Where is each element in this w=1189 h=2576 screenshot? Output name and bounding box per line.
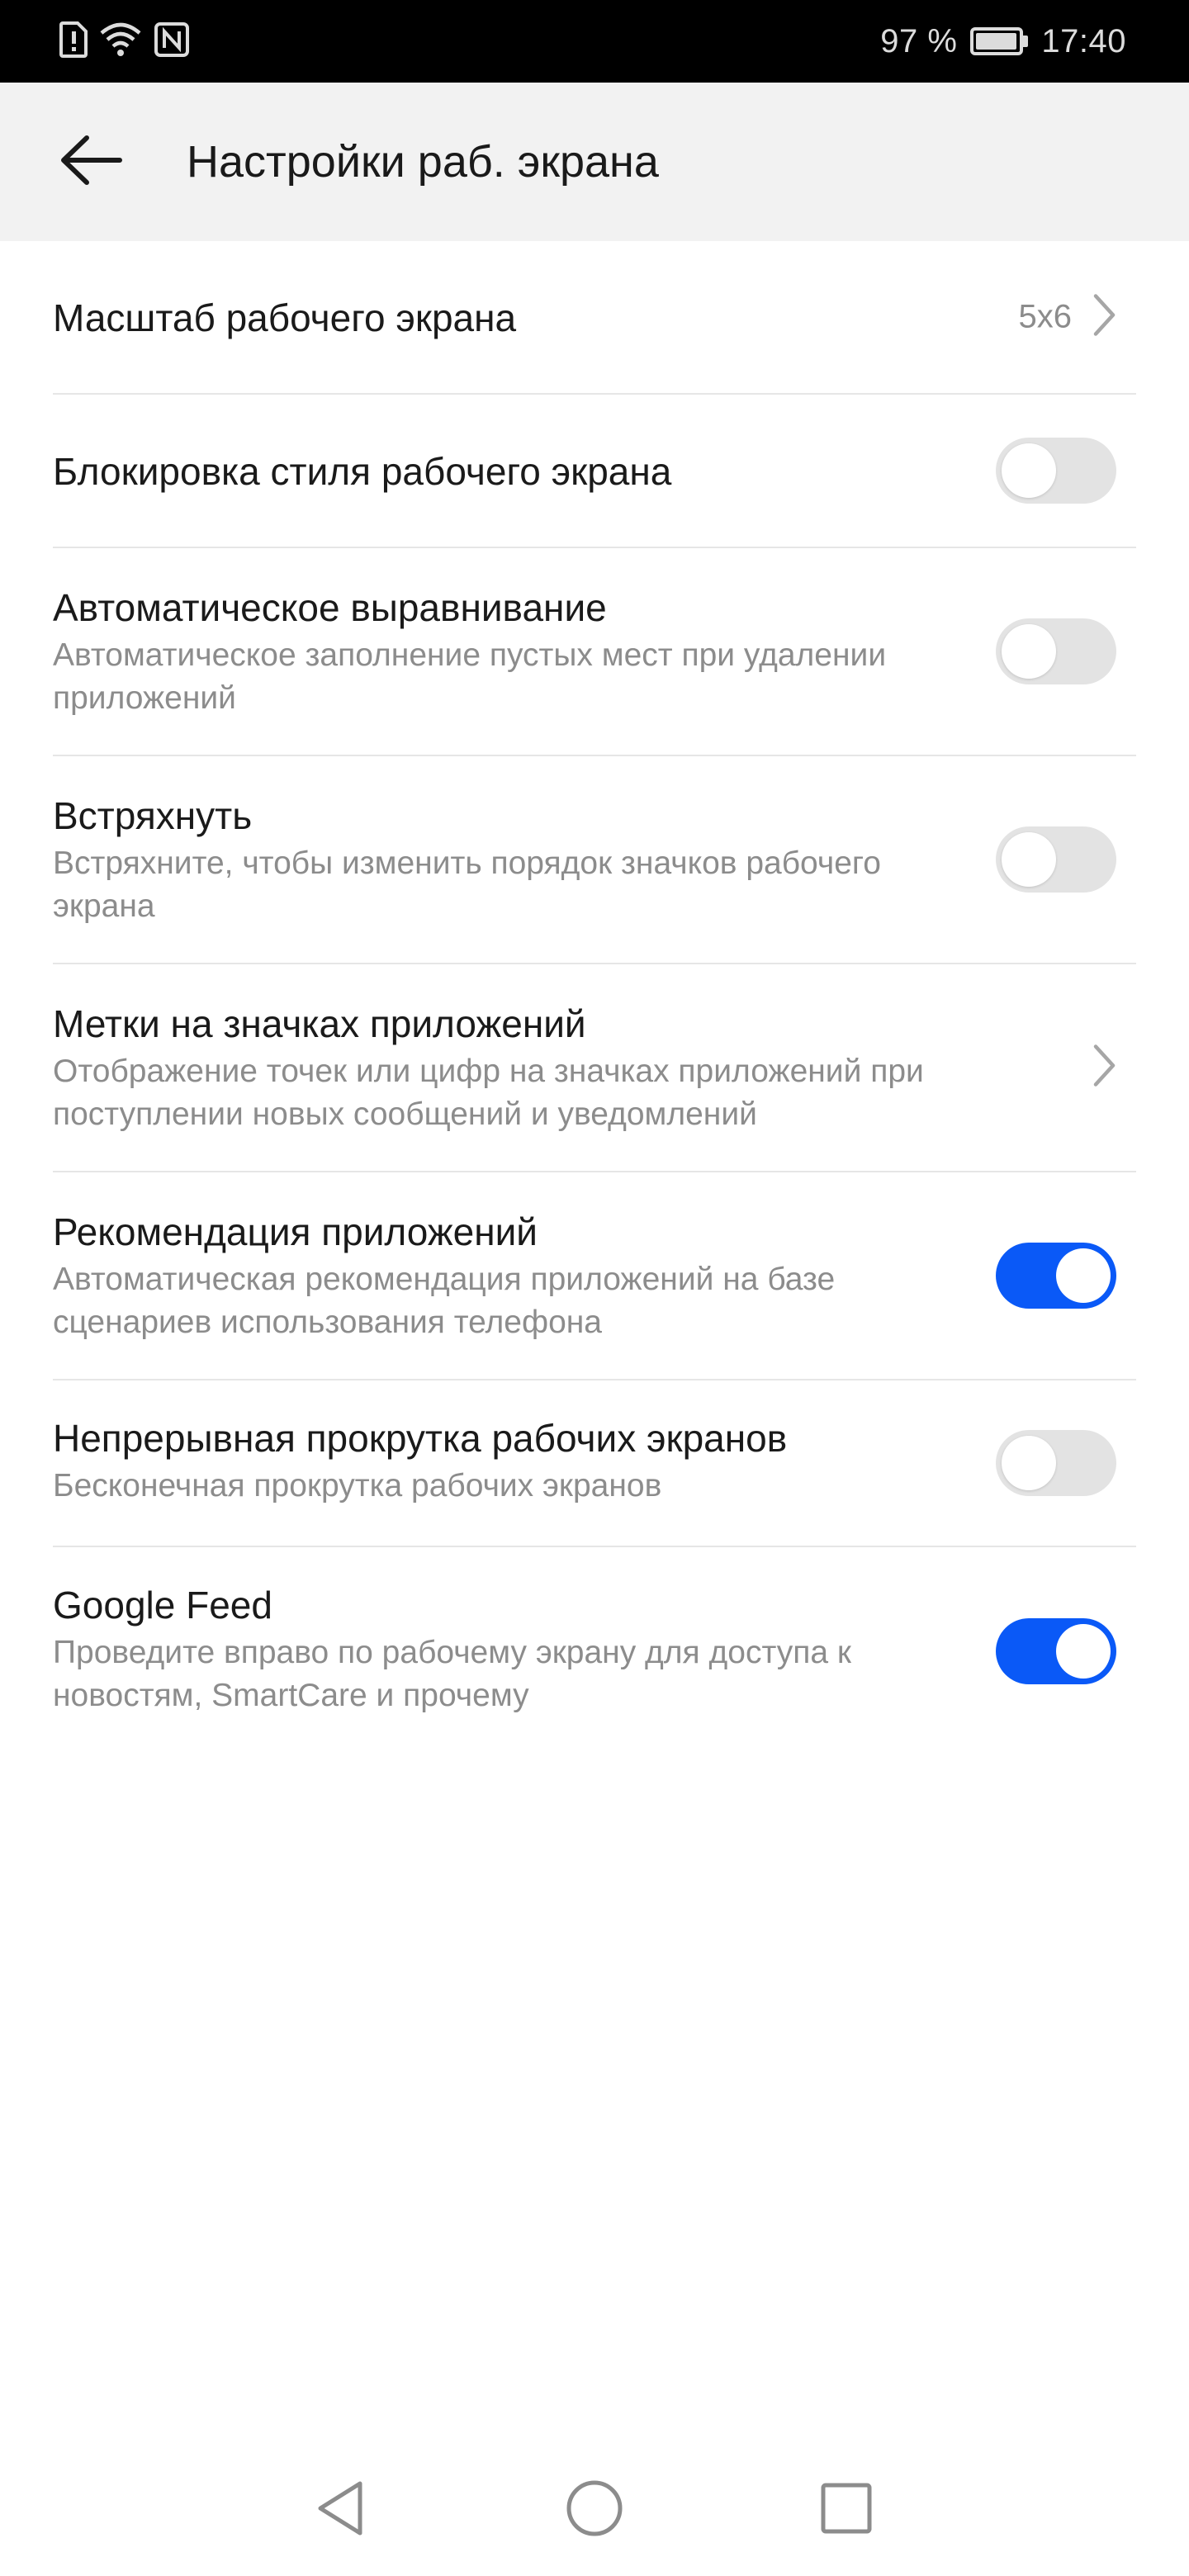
setting-title: Масштаб рабочего экрана xyxy=(53,296,517,339)
battery-fill xyxy=(976,33,1016,50)
setting-subtitle: Проведите вправо по рабочему экрану для … xyxy=(53,1635,851,1713)
setting-app-suggestions[interactable]: Рекомендация приложений Автоматическая р… xyxy=(53,1172,1136,1380)
status-bar: 97 % 17:40 xyxy=(0,0,1189,83)
nav-home-button[interactable] xyxy=(553,2469,636,2551)
setting-shake[interactable]: Встряхнуть Встряхните, чтобы изменить по… xyxy=(53,756,1136,964)
wifi-icon xyxy=(99,21,142,62)
setting-cycle-scroll[interactable]: Непрерывная прокрутка рабочих экранов Бе… xyxy=(53,1380,1136,1547)
setting-desktop-layout[interactable]: Масштаб рабочего экрана 5x6 xyxy=(53,241,1136,395)
chevron-right-icon xyxy=(1092,293,1116,342)
sim-alert-icon xyxy=(59,21,88,62)
shake-toggle[interactable] xyxy=(996,826,1116,893)
settings-list: Масштаб рабочего экрана 5x6 Блокировка с… xyxy=(53,241,1136,1755)
back-button[interactable] xyxy=(46,122,137,201)
clock: 17:40 xyxy=(1041,22,1126,59)
setting-title: Рекомендация приложений xyxy=(53,1210,538,1253)
status-icons-right: 97 % 17:40 xyxy=(880,20,1126,63)
setting-title: Встряхнуть xyxy=(53,794,253,837)
home-circle-icon xyxy=(566,2479,623,2541)
recents-square-icon xyxy=(820,2482,873,2539)
setting-title: Автоматическое выравнивание xyxy=(53,586,607,629)
setting-title: Google Feed xyxy=(53,1584,272,1627)
setting-subtitle: Автоматическая рекомендация приложений н… xyxy=(53,1262,836,1340)
setting-value: 5x6 xyxy=(1018,298,1073,335)
setting-value-control: 5x6 xyxy=(1019,293,1117,342)
setting-app-badges[interactable]: Метки на значках приложений Отображение … xyxy=(53,964,1136,1172)
nfc-icon xyxy=(154,21,190,62)
setting-subtitle: Автоматическое заполнение пустых мест пр… xyxy=(53,637,887,716)
cycle-scroll-toggle[interactable] xyxy=(996,1430,1116,1496)
setting-title: Блокировка стиля рабочего экрана xyxy=(53,450,672,493)
arrow-left-icon xyxy=(59,131,125,193)
setting-google-feed[interactable]: Google Feed Проведите вправо по рабочему… xyxy=(53,1547,1136,1755)
page-title: Настройки раб. экрана xyxy=(187,137,659,187)
layout-lock-toggle[interactable] xyxy=(996,438,1116,504)
nav-back-button[interactable] xyxy=(299,2469,381,2551)
google-feed-toggle[interactable] xyxy=(996,1618,1116,1684)
back-triangle-icon xyxy=(314,2479,367,2542)
navigation-bar xyxy=(0,2444,1189,2576)
setting-subtitle: Отображение точек или цифр на значках пр… xyxy=(53,1054,924,1132)
setting-auto-align[interactable]: Автоматическое выравнивание Автоматическ… xyxy=(53,548,1136,756)
auto-align-toggle[interactable] xyxy=(996,618,1116,684)
setting-subtitle: Встряхните, чтобы изменить порядок значк… xyxy=(53,845,881,924)
nav-recents-button[interactable] xyxy=(805,2469,888,2551)
setting-layout-lock[interactable]: Блокировка стиля рабочего экрана xyxy=(53,395,1136,548)
chevron-right-icon xyxy=(1092,1044,1116,1092)
setting-title: Метки на значках приложений xyxy=(53,1002,586,1045)
setting-title: Непрерывная прокрутка рабочих экранов xyxy=(53,1417,788,1460)
app-bar: Настройки раб. экрана xyxy=(0,83,1189,241)
status-icons-left xyxy=(59,20,190,63)
battery-icon xyxy=(970,27,1029,55)
setting-subtitle: Бесконечная прокрутка рабочих экранов xyxy=(53,1468,662,1503)
app-suggestions-toggle[interactable] xyxy=(996,1243,1116,1309)
battery-percent: 97 % xyxy=(880,22,958,59)
